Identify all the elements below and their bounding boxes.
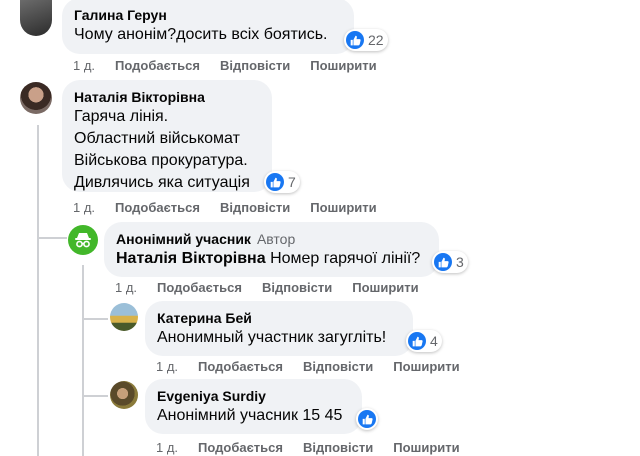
like-button[interactable]: Подобається — [115, 200, 200, 215]
comment-text: Анонімний учасник 15 45 — [157, 407, 343, 424]
thread-line — [82, 395, 108, 397]
share-button[interactable]: Поширити — [310, 58, 376, 73]
like-button[interactable]: Подобається — [198, 359, 283, 374]
like-button[interactable]: Подобається — [157, 280, 242, 295]
comment-text-body: Номер гарячої лінії? — [270, 250, 421, 267]
comment-bubble: Галина Герун Чому анонім?досить всіх боя… — [62, 0, 354, 54]
timestamp[interactable]: 1 д. — [115, 280, 137, 295]
reaction-count-text: 3 — [456, 254, 464, 270]
thread-line — [37, 125, 39, 456]
reaction-icon[interactable] — [356, 408, 378, 430]
avatar[interactable] — [110, 381, 138, 409]
author-badge: Автор — [256, 231, 296, 247]
timestamp[interactable]: 1 д. — [156, 359, 178, 374]
comment-actions: 1 д. Подобається Відповісти Поширити — [115, 280, 439, 295]
reaction-count[interactable]: 3 — [432, 251, 468, 273]
timestamp[interactable]: 1 д. — [156, 440, 178, 455]
thread-line — [82, 318, 108, 320]
comment-bubble: Evgeniya Surdiy Анонімний учасник 15 45 — [145, 379, 362, 434]
comment-bubble: Катерина Бей Анонимный участник загугліт… — [145, 301, 413, 356]
mention-link[interactable]: Наталія Вікторівна — [116, 250, 266, 267]
reaction-count[interactable]: 22 — [344, 29, 388, 51]
like-icon — [346, 31, 364, 49]
comment-text: Гаряча лінія. Областний військомат Війсь… — [74, 108, 250, 191]
comment-actions: 1 д. Подобається Відповісти Поширити — [73, 58, 397, 73]
reaction-count-text: 7 — [288, 174, 296, 190]
reaction-count-text: 22 — [368, 32, 384, 48]
comment-actions: 1 д. Подобається Відповісти Поширити — [156, 440, 480, 455]
like-icon — [266, 173, 284, 191]
comment-actions: 1 д. Подобається Відповісти Поширити — [73, 200, 397, 215]
comment-bubble: Анонімний учасник Автор Наталія Вікторівн… — [104, 222, 439, 277]
share-button[interactable]: Поширити — [393, 359, 459, 374]
comment-author[interactable]: Evgeniya Surdiy — [157, 387, 350, 405]
comment-author[interactable]: Галина Герун — [74, 6, 342, 24]
thread-line — [82, 265, 84, 456]
comment-actions: 1 д. Подобається Відповісти Поширити — [156, 359, 480, 374]
timestamp[interactable]: 1 д. — [73, 58, 95, 73]
share-button[interactable]: Поширити — [393, 440, 459, 455]
reply-button[interactable]: Відповісти — [220, 58, 290, 73]
reply-button[interactable]: Відповісти — [303, 359, 373, 374]
avatar[interactable] — [110, 303, 138, 331]
timestamp[interactable]: 1 д. — [73, 200, 95, 215]
comment-author-name[interactable]: Анонімний учасник — [116, 231, 251, 247]
like-button[interactable]: Подобається — [198, 440, 283, 455]
comment-text: Анонимный участник загугліть! — [157, 329, 387, 346]
reply-button[interactable]: Відповісти — [303, 440, 373, 455]
like-button[interactable]: Подобається — [115, 58, 200, 73]
avatar[interactable] — [20, 82, 52, 114]
like-icon — [358, 410, 376, 428]
reply-button[interactable]: Відповісти — [262, 280, 332, 295]
comment-author: Анонімний учасник Автор — [116, 230, 427, 248]
reaction-count[interactable]: 4 — [406, 330, 442, 352]
comment-bubble: Наталія Вікторівна Гаряча лінія. Областн… — [62, 80, 272, 192]
comment-text: Чому анонім?досить всіх боятись. — [74, 26, 328, 43]
anonymous-icon[interactable] — [68, 225, 98, 255]
share-button[interactable]: Поширити — [310, 200, 376, 215]
avatar[interactable] — [20, 0, 52, 36]
like-icon — [408, 332, 426, 350]
share-button[interactable]: Поширити — [352, 280, 418, 295]
like-icon — [434, 253, 452, 271]
reaction-count-text: 4 — [430, 333, 438, 349]
thread-line — [37, 237, 67, 239]
reply-button[interactable]: Відповісти — [220, 200, 290, 215]
comment-text: Наталія Вікторівна Номер гарячої лінії? — [116, 248, 427, 270]
reaction-count[interactable]: 7 — [264, 171, 300, 193]
comment-author[interactable]: Наталія Вікторівна — [74, 88, 260, 106]
comment-author[interactable]: Катерина Бей — [157, 309, 401, 327]
